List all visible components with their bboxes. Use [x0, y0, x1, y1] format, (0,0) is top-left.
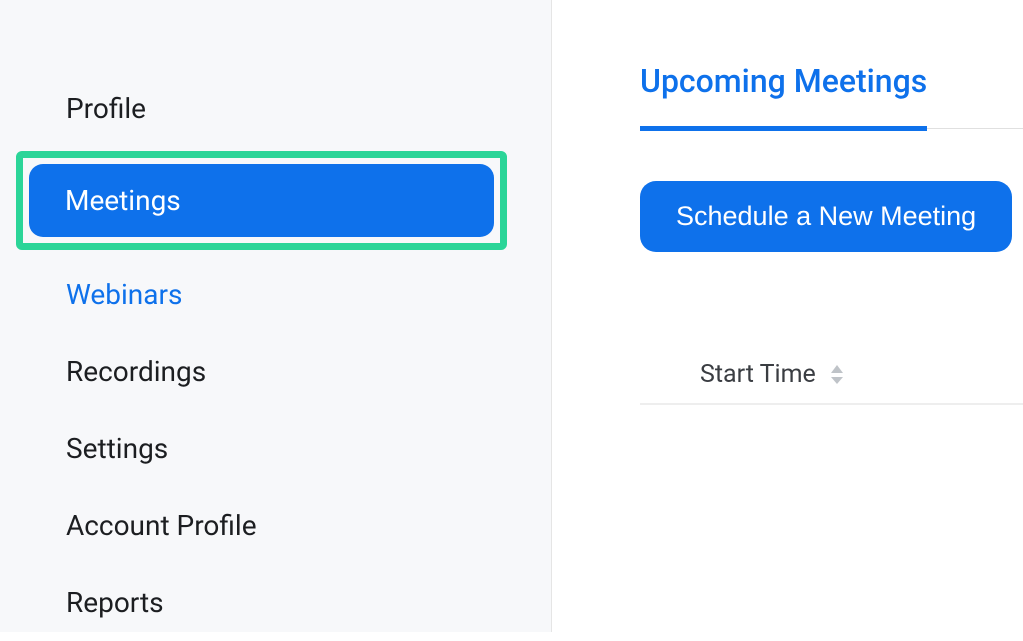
sidebar: Profile Meetings Webinars Recordings Set…: [0, 0, 552, 632]
column-start-time-label: Start Time: [700, 360, 816, 389]
sidebar-item-account-profile[interactable]: Account Profile: [58, 487, 501, 564]
table-header-row: Start Time: [640, 360, 1023, 405]
sidebar-item-settings[interactable]: Settings: [58, 410, 501, 487]
highlight-meetings: Meetings: [16, 151, 507, 250]
sidebar-item-reports[interactable]: Reports: [58, 564, 501, 641]
tab-upcoming-meetings[interactable]: Upcoming Meetings: [640, 62, 927, 131]
column-start-time[interactable]: Start Time: [700, 360, 844, 389]
tab-header: Upcoming Meetings: [640, 62, 1023, 131]
main-content: Upcoming Meetings Schedule a New Meeting…: [552, 0, 1023, 632]
sidebar-item-profile[interactable]: Profile: [58, 70, 501, 147]
sidebar-item-webinars[interactable]: Webinars: [58, 256, 501, 333]
sort-icon: [830, 365, 844, 385]
sidebar-item-meetings[interactable]: Meetings: [29, 164, 494, 237]
sidebar-item-recordings[interactable]: Recordings: [58, 333, 501, 410]
tab-underline: [927, 62, 1023, 129]
schedule-new-meeting-button[interactable]: Schedule a New Meeting: [640, 181, 1012, 252]
